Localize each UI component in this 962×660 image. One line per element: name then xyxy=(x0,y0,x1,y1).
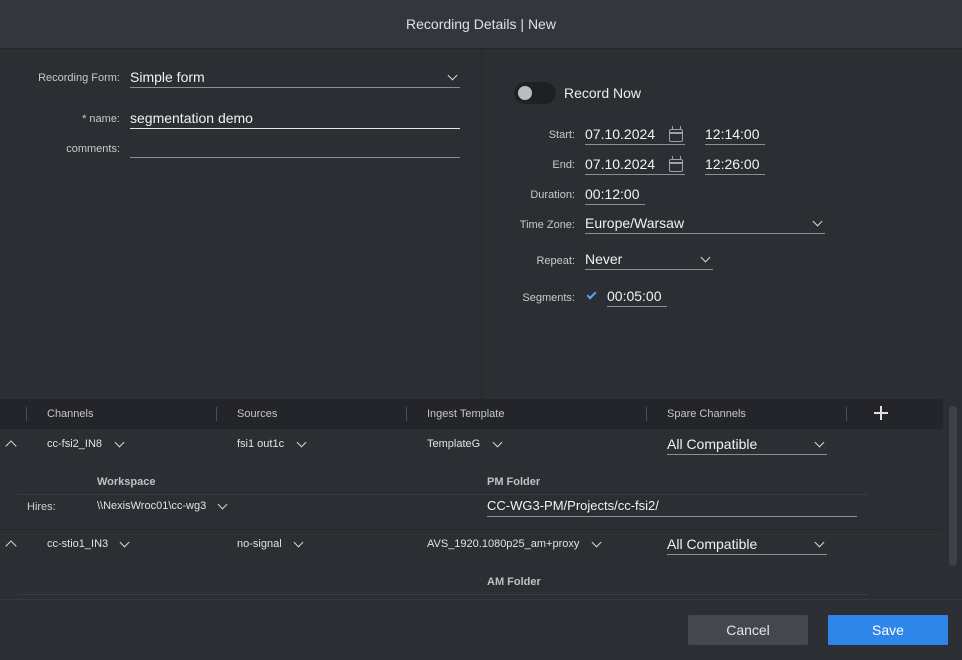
start-date-value: 07.10.2024 xyxy=(585,126,656,142)
recording-form-select[interactable]: Simple form xyxy=(130,68,460,88)
spare-channels-select[interactable]: All Compatible xyxy=(667,435,827,455)
chevron-down-icon xyxy=(447,70,458,81)
workspace-value: \\NexisWroc01\cc-wg3 xyxy=(97,500,207,512)
hires-label: Hires: xyxy=(27,501,56,513)
table-header: Channels Sources Ingest Template Spare C… xyxy=(0,399,943,429)
row-divider xyxy=(0,529,943,530)
start-time-field[interactable]: 12:14:00 xyxy=(705,125,765,145)
chevron-down-icon xyxy=(700,252,711,263)
source-value: no-signal xyxy=(237,538,282,550)
repeat-value: Never xyxy=(585,251,623,267)
spare-value: All Compatible xyxy=(667,536,758,552)
start-label: Start: xyxy=(548,129,575,141)
divider xyxy=(17,594,868,595)
dialog-title: Recording Details | New xyxy=(0,0,962,49)
column-separator xyxy=(646,407,647,421)
chevron-down-icon xyxy=(814,437,825,448)
chevron-down-icon[interactable] xyxy=(296,437,307,448)
channel-select[interactable]: cc-stio1_IN3 xyxy=(47,538,108,550)
timezone-value: Europe/Warsaw xyxy=(585,215,685,231)
template-select[interactable]: AVS_1920.1080p25_am+proxy xyxy=(427,538,579,550)
divider xyxy=(17,494,868,495)
channel-value: cc-stio1_IN3 xyxy=(47,538,109,550)
dialog-footer: Cancel Save xyxy=(0,599,962,660)
end-time-value: 12:26:00 xyxy=(705,156,760,172)
template-value: AVS_1920.1080p25_am+proxy xyxy=(427,538,580,550)
chevron-down-icon[interactable] xyxy=(114,437,125,448)
spare-value: All Compatible xyxy=(667,436,758,452)
segments-label: Segments: xyxy=(522,292,575,304)
chevron-up-icon[interactable] xyxy=(5,440,17,452)
name-field[interactable]: segmentation demo xyxy=(130,109,460,129)
comments-field[interactable] xyxy=(130,138,460,158)
recording-form-label: Recording Form: xyxy=(38,72,120,84)
end-date-value: 07.10.2024 xyxy=(585,156,656,172)
segments-value: 00:05:00 xyxy=(607,288,662,304)
column-separator xyxy=(846,407,847,421)
pm-folder-heading: PM Folder xyxy=(487,476,541,488)
template-value: TemplateG xyxy=(427,438,481,450)
chevron-down-icon xyxy=(814,537,825,548)
channels-table: Channels Sources Ingest Template Spare C… xyxy=(0,399,962,599)
duration-value: 00:12:00 xyxy=(585,186,640,202)
source-select[interactable]: no-signal xyxy=(237,538,282,550)
column-header-spare-channels: Spare Channels xyxy=(667,408,746,420)
source-value: fsi1 out1c xyxy=(237,438,285,450)
template-select[interactable]: TemplateG xyxy=(427,438,480,450)
source-select[interactable]: fsi1 out1c xyxy=(237,438,284,450)
column-separator xyxy=(26,407,27,421)
column-separator xyxy=(406,407,407,421)
schedule-panel: Record Now Start: 07.10.2024 12:14:00 En… xyxy=(481,49,962,399)
segments-field[interactable]: 00:05:00 xyxy=(607,287,667,307)
pm-folder-value: CC-WG3-PM/Projects/cc-fsi2/ xyxy=(487,498,659,513)
start-time-value: 12:14:00 xyxy=(705,126,760,142)
add-channel-button[interactable] xyxy=(874,406,888,420)
spare-channels-select[interactable]: All Compatible xyxy=(667,535,827,555)
column-header-ingest-template: Ingest Template xyxy=(427,408,505,420)
repeat-select[interactable]: Never xyxy=(585,250,713,270)
recording-form-value: Simple form xyxy=(130,69,205,85)
timezone-label: Time Zone: xyxy=(519,219,575,231)
segments-checkbox[interactable] xyxy=(586,289,597,300)
channel-select[interactable]: cc-fsi2_IN8 xyxy=(47,438,102,450)
column-header-sources: Sources xyxy=(237,408,278,420)
toggle-knob xyxy=(518,86,532,100)
duration-field[interactable]: 00:12:00 xyxy=(585,185,645,205)
pm-folder-field[interactable]: CC-WG3-PM/Projects/cc-fsi2/ xyxy=(487,497,857,517)
end-label: End: xyxy=(552,159,575,171)
chevron-down-icon[interactable] xyxy=(591,537,602,548)
record-now-toggle[interactable] xyxy=(514,82,556,104)
comments-label: comments: xyxy=(66,143,120,155)
duration-label: Duration: xyxy=(530,189,575,201)
chevron-down-icon[interactable] xyxy=(492,437,503,448)
name-label: * name: xyxy=(82,113,120,125)
calendar-icon[interactable] xyxy=(669,156,683,172)
chevron-up-icon[interactable] xyxy=(5,540,17,552)
recording-form-panel: Recording Form: Simple form * name: segm… xyxy=(0,49,481,399)
cancel-button[interactable]: Cancel xyxy=(688,615,808,645)
chevron-down-icon xyxy=(812,216,823,227)
timezone-select[interactable]: Europe/Warsaw xyxy=(585,214,825,234)
channel-value: cc-fsi2_IN8 xyxy=(47,438,103,450)
repeat-label: Repeat: xyxy=(536,255,575,267)
am-folder-heading: AM Folder xyxy=(487,576,541,588)
end-time-field[interactable]: 12:26:00 xyxy=(705,155,765,175)
column-separator xyxy=(216,407,217,421)
save-button[interactable]: Save xyxy=(828,615,948,645)
table-scrollbar[interactable] xyxy=(949,406,957,566)
calendar-icon[interactable] xyxy=(669,126,683,142)
workspace-select[interactable]: \\NexisWroc01\cc-wg3 xyxy=(97,500,206,512)
column-header-channels: Channels xyxy=(47,408,94,420)
chevron-down-icon[interactable] xyxy=(293,537,304,548)
record-now-label: Record Now xyxy=(564,85,642,101)
chevron-down-icon[interactable] xyxy=(217,499,228,510)
chevron-down-icon[interactable] xyxy=(119,537,130,548)
workspace-heading: Workspace xyxy=(97,476,156,488)
name-value: segmentation demo xyxy=(130,110,253,126)
